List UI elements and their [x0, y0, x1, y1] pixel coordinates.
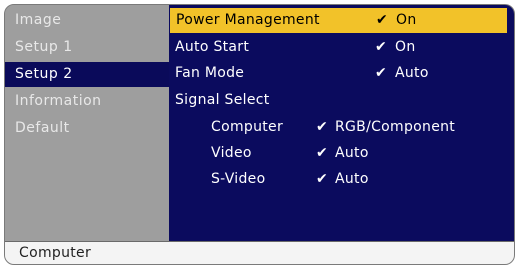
- setting-value: On: [395, 39, 416, 55]
- setting-row-s-video[interactable]: S-Video ✔ Auto: [169, 167, 509, 192]
- setting-label: Auto Start: [175, 39, 250, 55]
- setting-value: RGB/Component: [335, 119, 456, 135]
- sidebar-item-information[interactable]: Information: [5, 89, 169, 114]
- sidebar-item-default[interactable]: Default: [5, 116, 169, 141]
- setting-value: Auto: [335, 171, 369, 187]
- setting-row-signal-select: Signal Select: [169, 88, 509, 113]
- check-icon: ✔: [376, 12, 389, 28]
- sidebar-item-label: Setup 1: [15, 39, 73, 55]
- check-icon: ✔: [316, 145, 329, 161]
- sidebar-item-label: Information: [15, 93, 102, 109]
- check-icon: ✔: [375, 65, 388, 81]
- setting-row-fan-mode[interactable]: Fan Mode ✔ Auto: [169, 61, 509, 86]
- setting-row-power-management[interactable]: Power Management ✔ On: [170, 8, 507, 33]
- setting-row-video[interactable]: Video ✔ Auto: [169, 141, 509, 166]
- menu-sidebar: Image Setup 1 Setup 2 Information Defaul…: [5, 5, 169, 241]
- check-icon: ✔: [316, 119, 329, 135]
- status-source-label: Computer: [19, 245, 91, 261]
- sidebar-item-label: Default: [15, 120, 70, 136]
- setting-label: Video: [211, 145, 252, 161]
- setting-label: S-Video: [211, 171, 266, 187]
- setting-value: Auto: [395, 65, 429, 81]
- setting-value: Auto: [335, 145, 369, 161]
- sidebar-item-setup-1[interactable]: Setup 1: [5, 35, 169, 60]
- setting-row-computer[interactable]: Computer ✔ RGB/Component: [169, 115, 509, 140]
- projector-osd-menu: Image Setup 1 Setup 2 Information Defaul…: [4, 4, 515, 265]
- settings-panel: Power Management ✔ On Auto Start ✔ On Fa…: [169, 5, 514, 241]
- check-icon: ✔: [375, 39, 388, 55]
- setting-value: On: [396, 12, 417, 28]
- setting-label: Computer: [211, 119, 283, 135]
- sidebar-item-setup-2[interactable]: Setup 2: [5, 62, 169, 87]
- setting-label: Fan Mode: [175, 65, 245, 81]
- setting-row-auto-start[interactable]: Auto Start ✔ On: [169, 35, 509, 60]
- sidebar-item-label: Image: [15, 12, 62, 28]
- setting-label: Power Management: [176, 12, 320, 28]
- sidebar-item-image[interactable]: Image: [5, 8, 169, 33]
- setting-section-label: Signal Select: [175, 92, 270, 108]
- check-icon: ✔: [316, 171, 329, 187]
- sidebar-item-label: Setup 2: [15, 66, 73, 82]
- status-bar: Computer: [5, 241, 514, 264]
